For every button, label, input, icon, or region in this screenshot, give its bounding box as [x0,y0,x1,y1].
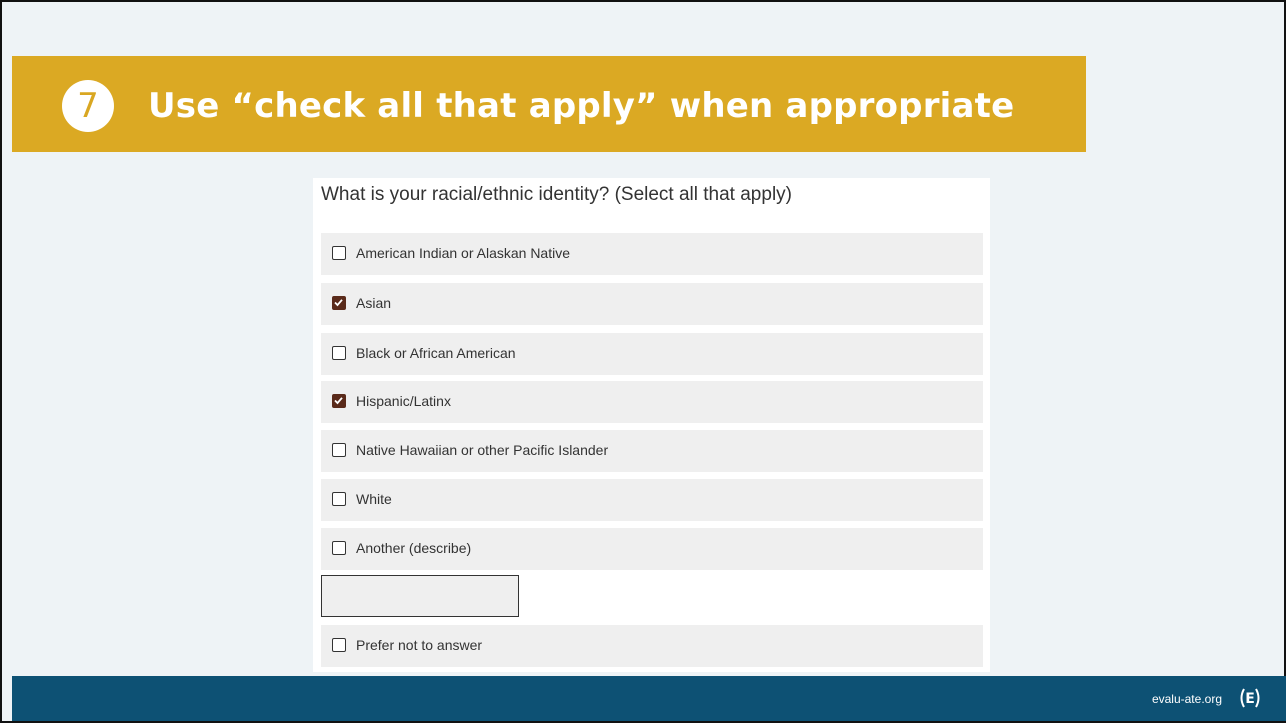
slide: 7 Use “check all that apply” when approp… [0,0,1286,723]
option-another[interactable]: Another (describe) [321,528,983,570]
checkmark-icon [334,299,343,307]
option-black[interactable]: Black or African American [321,333,983,375]
option-american-indian[interactable]: American Indian or Alaskan Native [321,233,983,275]
checkbox[interactable] [332,346,346,360]
checkbox[interactable] [332,492,346,506]
option-label: Prefer not to answer [356,637,483,653]
describe-input[interactable] [321,575,519,617]
option-asian[interactable]: Asian [321,283,983,325]
option-native-hawaiian[interactable]: Native Hawaiian or other Pacific Islande… [321,430,983,472]
footer-url[interactable]: evalu-ate.org [1152,692,1222,706]
survey-question-panel: What is your racial/ethnic identity? (Se… [313,178,990,672]
option-label: Hispanic/Latinx [356,393,451,409]
option-label: White [356,491,392,507]
option-prefer-not[interactable]: Prefer not to answer [321,625,983,667]
option-hispanic[interactable]: Hispanic/Latinx [321,381,983,423]
option-label: Native Hawaiian or other Pacific Islande… [356,442,609,458]
checkbox[interactable] [332,638,346,652]
checkbox-checked[interactable] [332,296,346,310]
footer-bar: evalu-ate.org E [12,676,1286,721]
option-label: Asian [356,295,392,311]
checkbox[interactable] [332,246,346,260]
checkbox[interactable] [332,443,346,457]
slide-number-badge: 7 [62,80,114,132]
option-label: Black or African American [356,345,516,361]
checkbox-checked[interactable] [332,394,346,408]
evalu-ate-logo-icon: E [1240,688,1260,708]
option-label: American Indian or Alaskan Native [356,245,570,261]
svg-text:E: E [1245,691,1255,707]
title-banner: 7 Use “check all that apply” when approp… [12,56,1086,152]
question-text: What is your racial/ethnic identity? (Se… [321,184,792,205]
slide-title: Use “check all that apply” when appropri… [148,86,1015,126]
option-label: Another (describe) [356,540,472,556]
checkmark-icon [334,397,343,405]
option-white[interactable]: White [321,479,983,521]
checkbox[interactable] [332,541,346,555]
